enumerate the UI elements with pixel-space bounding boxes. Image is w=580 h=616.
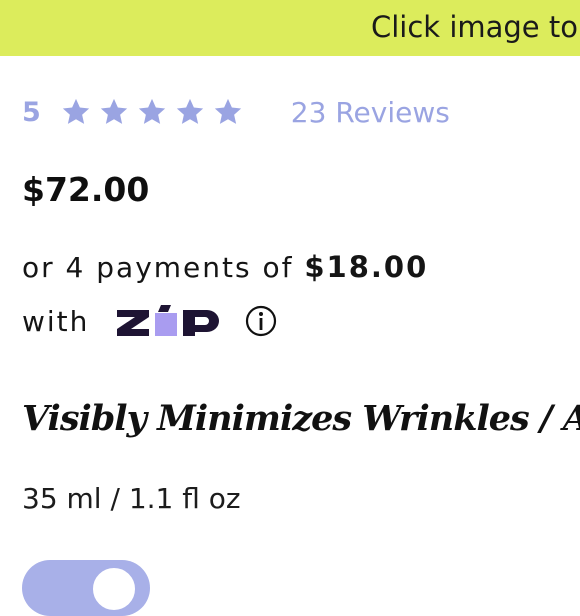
- zip-logo[interactable]: [115, 304, 223, 338]
- product-tagline: Visibly Minimizes Wrinkles / A: [22, 398, 580, 439]
- installment-amount: $18.00: [304, 250, 429, 284]
- rating-value: 5: [22, 96, 41, 128]
- promo-banner[interactable]: Click image to: [0, 0, 580, 56]
- info-circle-icon[interactable]: [245, 305, 277, 337]
- reviews-link[interactable]: 23 Reviews: [291, 96, 450, 129]
- product-price: $72.00: [22, 170, 150, 209]
- star-icon: [214, 98, 241, 124]
- size-selector-knob[interactable]: [90, 565, 138, 613]
- product-size: 35 ml / 1.1 fl oz: [22, 482, 241, 515]
- star-rating: [61, 97, 251, 127]
- star-icon: [176, 98, 203, 124]
- with-label: with: [22, 304, 90, 338]
- star-icon: [100, 98, 127, 124]
- installment-prefix: or 4 payments of: [22, 251, 294, 284]
- star-icon: [62, 98, 89, 124]
- rating-summary: 5 23 Reviews: [22, 94, 450, 130]
- zip-logo-icon: [117, 305, 220, 336]
- star-icon: [138, 98, 165, 124]
- banner-text: Click image to: [371, 10, 578, 44]
- installment-text: or 4 payments of $18.00: [22, 250, 428, 284]
- payment-provider-row: with: [22, 298, 277, 344]
